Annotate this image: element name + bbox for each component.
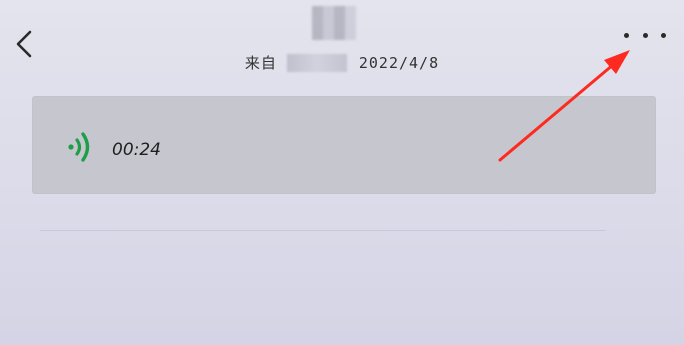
redacted-sender-name [286,53,347,72]
more-options-button[interactable] [624,24,666,46]
more-dot-icon [624,32,629,38]
voice-duration: 00:24 [112,140,161,160]
more-dot-icon [642,32,648,38]
content-divider [40,230,606,231]
redacted-contact-title [312,6,356,40]
voice-message-card[interactable]: 00:24 [32,96,656,194]
more-dot-icon [661,32,666,38]
message-source-line: 来自 2022/4/8 [0,52,684,73]
from-label: 来自 [244,54,277,72]
message-date: 2022/4/8 [358,53,440,72]
voice-message-screen: 来自 2022/4/8 00:24 [0,0,684,345]
voice-wave-icon [66,130,96,164]
